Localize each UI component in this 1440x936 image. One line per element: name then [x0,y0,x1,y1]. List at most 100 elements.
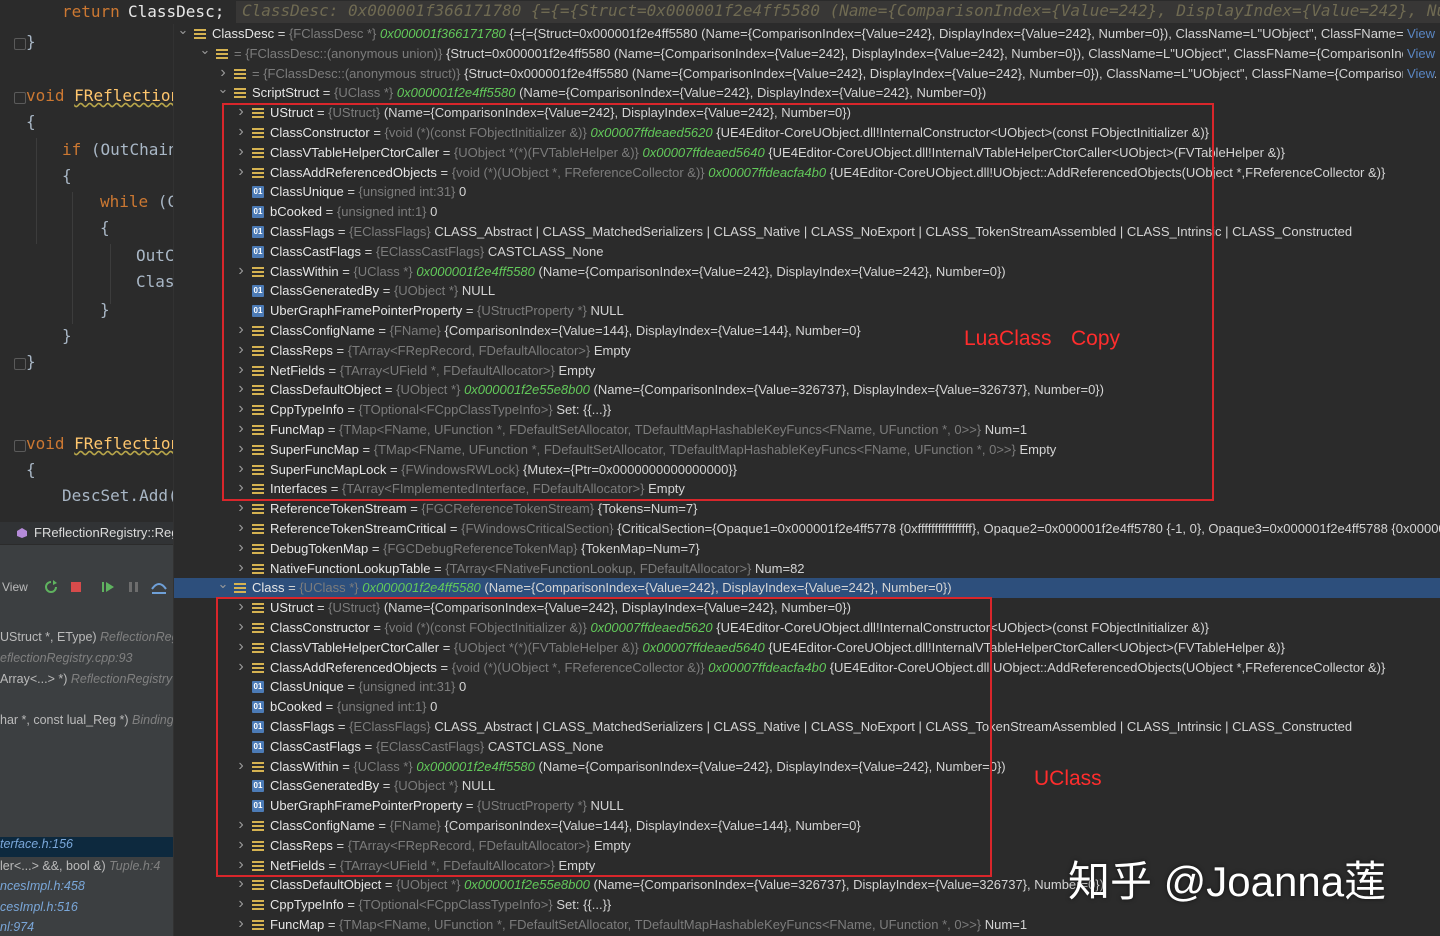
expand-arrow-icon[interactable]: › [234,379,248,398]
variable-row[interactable]: › ClassAddReferencedObjects = {void (*)(U… [174,658,1440,678]
step-over-icon[interactable] [150,579,168,595]
variable-row[interactable]: › UStruct = {UStruct} (Name={ComparisonIn… [174,598,1440,618]
variable-row[interactable]: › ClassAddReferencedObjects = {void (*)(U… [174,163,1440,183]
expand-arrow-icon[interactable]: › [234,894,248,913]
variable-row[interactable]: ⌄ ClassDesc = {FClassDesc *} 0x000001f366… [174,24,1440,44]
variable-row[interactable]: 01 ClassFlags = {EClassFlags} CLASS_Abstr… [174,717,1440,737]
expand-arrow-icon[interactable]: › [234,538,248,557]
thread-header[interactable]: FReflectionRegistry::Reg [0,522,173,545]
resume-icon[interactable] [100,579,116,595]
stack-frame[interactable]: UStruct *, EType) ReflectionReg [0,630,173,650]
variable-row[interactable]: ⌄ Class = {UClass *} 0x000001f2e4ff5580 (… [174,576,1440,599]
collapse-arrow-icon[interactable]: ⌄ [216,79,230,98]
variable-row[interactable]: › ClassConfigName = {FName} {ComparisonIn… [174,321,1440,341]
expand-arrow-icon[interactable]: › [234,419,248,438]
expand-arrow-icon[interactable]: › [234,459,248,478]
variable-row[interactable]: › ClassDefaultObject = {UObject *} 0x0000… [174,380,1440,400]
stop-icon[interactable] [69,580,83,594]
variable-row[interactable]: › ClassConstructor = {void (*)(const FObj… [174,618,1440,638]
code-editor[interactable]: } void FReflection {if (OutChain {while (C {… [0,24,173,524]
expand-arrow-icon[interactable]: › [234,102,248,121]
variable-row[interactable]: › UStruct = {UStruct} (Name={ComparisonIn… [174,103,1440,123]
expand-arrow-icon[interactable]: › [234,855,248,874]
variable-row[interactable]: 01 ClassFlags = {EClassFlags} CLASS_Abstr… [174,222,1440,242]
expand-arrow-icon[interactable]: › [234,558,248,577]
fold-marker[interactable] [14,440,26,452]
stack-frame[interactable]: ncesImpl.h:458 [0,879,173,899]
variable-row[interactable]: › ReferenceTokenStream = {FGCReferenceTok… [174,499,1440,519]
expand-arrow-icon[interactable]: › [234,835,248,854]
collapse-arrow-icon[interactable]: ⌄ [198,40,212,59]
expand-arrow-icon[interactable]: › [234,320,248,339]
expand-arrow-icon[interactable]: › [234,162,248,181]
view-link[interactable]: View [1403,43,1435,63]
expand-arrow-icon[interactable]: › [234,261,248,280]
variable-row[interactable]: 01 ClassGeneratedBy = {UObject *} NULL [174,776,1440,796]
variable-row[interactable]: › FuncMap = {TMap<FName, UFunction *, FDe… [174,915,1440,935]
expand-arrow-icon[interactable]: › [234,518,248,537]
stack-frame[interactable]: nl:974 [0,920,173,936]
expand-arrow-icon[interactable]: › [234,360,248,379]
expand-arrow-icon[interactable]: › [234,439,248,458]
variable-row[interactable]: 01 UberGraphFramePointerProperty = {UStru… [174,796,1440,816]
variable-row[interactable]: › NativeFunctionLookupTable = {TArray<FNa… [174,559,1440,579]
variable-row[interactable]: 01 ClassUnique = {unsigned int:31} 0 [174,182,1440,202]
variable-row[interactable]: 01 ClassUnique = {unsigned int:31} 0 [174,677,1440,697]
fold-marker[interactable] [14,38,26,50]
variable-row[interactable]: › ClassReps = {TArray<FRepRecord, FDefaul… [174,341,1440,361]
stack-frame[interactable]: ler<...> &&, bool &) Tuple.h:4 [0,859,173,879]
pause-icon[interactable] [127,579,141,595]
variable-row[interactable]: › SuperFuncMapLock = {FWindowsRWLock} {Mu… [174,460,1440,480]
variable-row[interactable]: › ClassWithin = {UClass *} 0x000001f2e4ff… [174,757,1440,777]
variable-row[interactable]: › ClassVTableHelperCtorCaller = {UObject … [174,638,1440,658]
stack-frame[interactable]: terface.h:156 [0,837,173,857]
variable-row[interactable]: › ClassConfigName = {FName} {ComparisonIn… [174,816,1440,836]
expand-arrow-icon[interactable]: › [234,340,248,359]
stack-frame[interactable]: Array<...> *) ReflectionRegistry [0,672,173,692]
expand-arrow-icon[interactable]: › [234,637,248,656]
variable-row[interactable]: ⌄ ScriptStruct = {UClass *} 0x000001f2e4f… [174,81,1440,103]
stack-frame[interactable]: eflectionRegistry.cpp:93 [0,651,173,671]
expand-arrow-icon[interactable]: › [234,478,248,497]
variable-row[interactable]: › Interfaces = {TArray<FImplementedInterf… [174,479,1440,499]
variable-row[interactable]: ⌄ = {FClassDesc::(anonymous union)} {Stru… [174,42,1440,64]
view-link[interactable]: View [1403,24,1435,43]
stack-frame[interactable]: cesImpl.h:516 [0,900,173,920]
expand-arrow-icon[interactable]: › [234,756,248,775]
expand-arrow-icon[interactable]: › [234,657,248,676]
variable-row[interactable]: › ClassVTableHelperCtorCaller = {UObject … [174,143,1440,163]
expand-arrow-icon[interactable]: › [234,597,248,616]
variable-row[interactable]: › DebugTokenMap = {FGCDebugReferenceToken… [174,539,1440,559]
expand-arrow-icon[interactable]: › [234,914,248,933]
inline-debug-hint[interactable]: ClassDesc: 0x000001f366171780 {={={Struc… [236,1,1440,23]
expand-arrow-icon[interactable]: › [234,874,248,893]
expand-arrow-icon[interactable]: › [234,142,248,161]
fold-marker[interactable] [14,358,26,370]
expand-arrow-icon[interactable]: › [234,617,248,636]
variable-row[interactable]: 01 ClassCastFlags = {EClassCastFlags} CAS… [174,242,1440,262]
variable-row[interactable]: 01 ClassCastFlags = {EClassCastFlags} CAS… [174,737,1440,757]
view-label[interactable]: View [2,580,28,594]
collapse-arrow-icon[interactable]: ⌄ [216,574,230,593]
variable-row[interactable]: › SuperFuncMap = {TMap<FName, UFunction *… [174,440,1440,460]
variable-row[interactable]: 01 bCooked = {unsigned int:1} 0 [174,202,1440,222]
variable-row[interactable]: › NetFields = {TArray<UField *, FDefaultA… [174,361,1440,381]
expand-arrow-icon[interactable]: › [234,399,248,418]
variable-row[interactable]: 01 ClassGeneratedBy = {UObject *} NULL [174,281,1440,301]
expand-arrow-icon[interactable]: › [234,498,248,517]
variable-row[interactable]: › ReferenceTokenStreamCritical = {FWindow… [174,519,1440,539]
stack-frame[interactable]: har *, const lual_Reg *) Binding [0,713,173,733]
expand-arrow-icon[interactable]: › [234,122,248,141]
collapse-arrow-icon[interactable]: ⌄ [176,24,190,39]
fold-marker[interactable] [14,92,26,104]
expand-arrow-icon[interactable]: › [234,815,248,834]
variable-row[interactable]: › = {FClassDesc::(anonymous struct)} {Str… [174,63,1440,84]
variable-row[interactable]: 01 bCooked = {unsigned int:1} 0 [174,697,1440,717]
variable-row[interactable]: 01 UberGraphFramePointerProperty = {UStru… [174,301,1440,321]
view-link[interactable]: View [1403,63,1435,83]
variable-row[interactable]: › ClassConstructor = {void (*)(const FObj… [174,123,1440,143]
variable-row[interactable]: › CppTypeInfo = {TOptional<FCppClassTypeI… [174,400,1440,420]
variable-row[interactable]: › FuncMap = {TMap<FName, UFunction *, FDe… [174,420,1440,440]
variable-row[interactable]: › ClassWithin = {UClass *} 0x000001f2e4ff… [174,262,1440,282]
rerun-icon[interactable] [43,579,59,595]
